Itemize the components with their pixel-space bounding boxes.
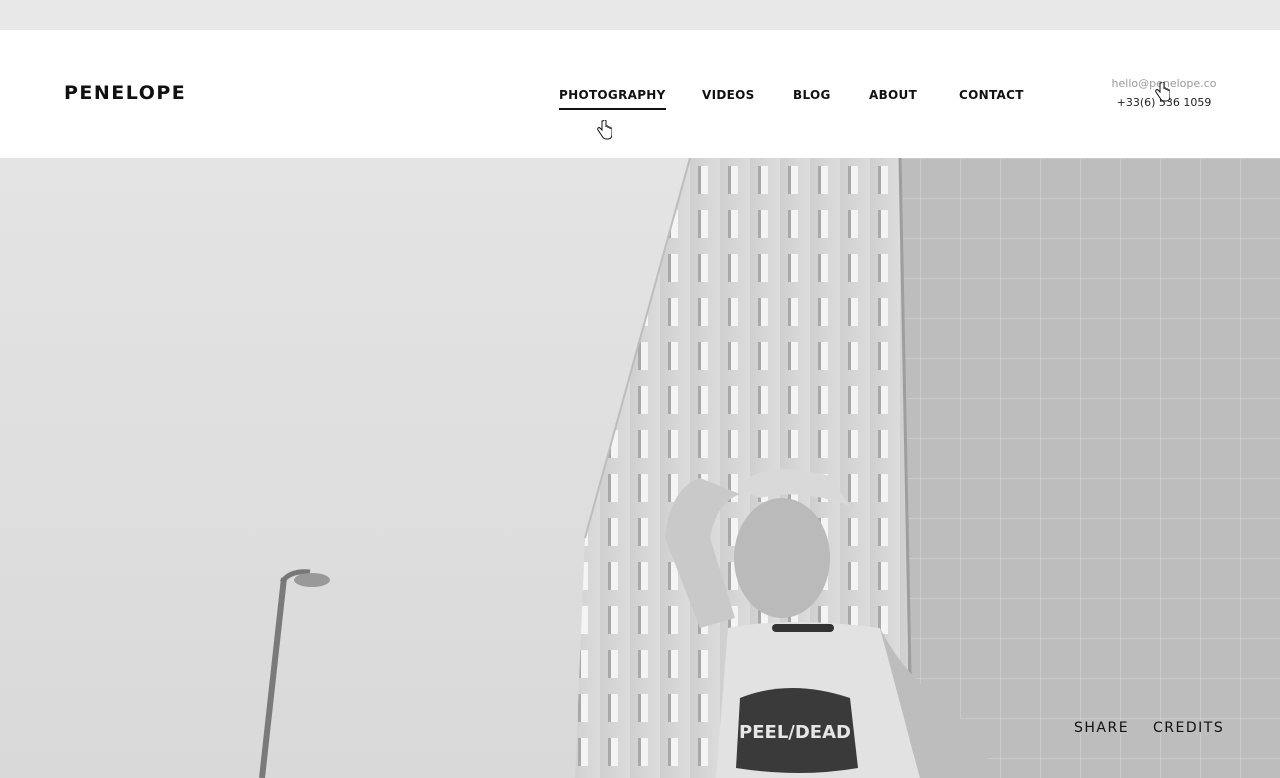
hand-pointer-icon [597,120,612,140]
nav-item-blog[interactable]: BLOG [793,88,831,102]
nav-item-photography[interactable]: PHOTOGRAPHY [559,88,666,110]
hero-photo: PEEL/DEAD [0,158,1280,778]
hero-image: PEEL/DEAD [0,158,1280,778]
site-header: PENELOPE PHOTOGRAPHY VIDEOS BLOG ABOUT C… [0,30,1280,158]
hand-pointer-icon [1155,82,1170,102]
credits-link[interactable]: CREDITS [1153,720,1224,736]
site-logo[interactable]: PENELOPE [64,82,186,104]
share-link[interactable]: SHARE [1074,720,1129,736]
nav-item-contact[interactable]: CONTACT [959,88,1024,102]
nav-item-videos[interactable]: VIDEOS [702,88,755,102]
nav-item-about[interactable]: ABOUT [869,88,917,102]
shirt-print-text: PEEL/DEAD [739,722,851,743]
footer-links: SHARE CREDITS [1074,720,1224,736]
browser-frame-top [0,0,1280,30]
